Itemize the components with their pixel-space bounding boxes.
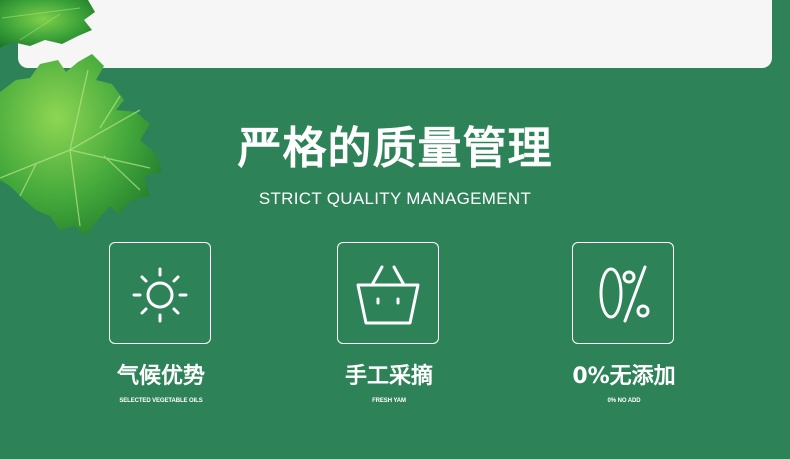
sun-icon xyxy=(132,267,188,323)
feature-label: 气候优势 xyxy=(116,364,205,389)
feature-sublabel: FRESH YAM xyxy=(372,398,406,404)
basket-icon xyxy=(356,265,420,325)
feature-label: 手工采摘 xyxy=(344,364,433,389)
feature-icon-box xyxy=(572,242,674,344)
feature-icon-box xyxy=(109,242,211,344)
zero-percent-icon xyxy=(599,265,650,323)
page-title: 严格的质量管理 xyxy=(237,123,553,174)
feature-sublabel: SELECTED VEGETABLE OILS xyxy=(119,398,203,404)
feature-icon-box xyxy=(337,242,439,344)
feature-sublabel: 0% NO ADD xyxy=(607,398,641,404)
page-subtitle: STRICT QUALITY MANAGEMENT xyxy=(258,189,532,208)
feature-label: 0%无添加 xyxy=(572,364,676,389)
